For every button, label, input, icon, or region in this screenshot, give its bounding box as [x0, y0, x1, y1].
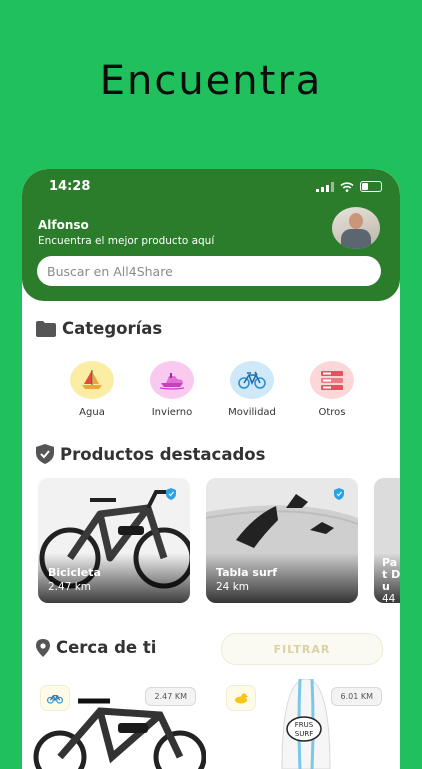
product-name: Tabla surf: [216, 566, 277, 579]
product-distance: 2.47 km: [48, 581, 92, 593]
battery-icon: [360, 181, 382, 192]
nearby-title: Cerca de ti: [56, 638, 157, 657]
wifi-icon: [340, 181, 354, 192]
bicycle-icon: [230, 361, 274, 399]
promo-headline: Encuentra: [99, 58, 323, 104]
nearby-card[interactable]: FRUS SURF 6.01 KM: [216, 679, 392, 769]
product-card-bicicleta[interactable]: Bicicleta 2.47 km: [38, 478, 190, 603]
user-subtitle: Encuentra el mejor producto aquí: [38, 235, 215, 247]
category-movilidad[interactable]: Movilidad: [222, 361, 282, 418]
nearby-card[interactable]: 2.47 KM: [30, 679, 206, 769]
location-pin-icon: [36, 638, 50, 657]
category-label: Agua: [79, 407, 105, 418]
category-label: Otros: [318, 407, 346, 418]
bicycle-icon: [40, 685, 70, 711]
categories-title: Categorías: [62, 319, 163, 338]
product-name: Bicicleta: [48, 566, 101, 579]
duck-icon: [226, 685, 256, 711]
verified-icon: [166, 488, 176, 500]
svg-text:SURF: SURF: [295, 730, 313, 738]
featured-carousel[interactable]: Bicicleta 2.47 km Tabla surf 24 km Pat D…: [38, 478, 400, 604]
status-time: 14:28: [49, 179, 91, 194]
distance-badge: 2.47 KM: [145, 687, 196, 706]
product-distance: 24 km: [216, 581, 250, 593]
svg-text:FRUS: FRUS: [295, 721, 314, 729]
avatar[interactable]: [332, 207, 380, 249]
list-icon: [310, 361, 354, 399]
signal-icon: [316, 181, 334, 192]
product-distance: 44: [382, 593, 396, 603]
folder-icon: [36, 320, 56, 337]
category-label: Movilidad: [228, 407, 276, 418]
app-header: 14:28 Alfonso Encuentra el mejor product…: [22, 169, 400, 301]
category-label: Invierno: [151, 407, 193, 418]
product-name: Pat Du: [382, 556, 400, 593]
user-name: Alfonso: [38, 218, 89, 232]
category-list: Agua Invierno Movilidad Otros: [62, 361, 362, 418]
product-card-partial[interactable]: Pat Du 44: [374, 478, 400, 603]
jetski-icon: [150, 361, 194, 399]
phone-screen: 14:28 Alfonso Encuentra el mejor product…: [22, 169, 400, 769]
nearby-header: Cerca de ti: [36, 638, 156, 657]
sailboat-icon: [70, 361, 114, 399]
categories-header: Categorías: [36, 319, 162, 338]
status-icons: [316, 181, 382, 192]
verified-icon: [334, 488, 344, 500]
shield-check-icon: [36, 444, 54, 464]
category-invierno[interactable]: Invierno: [142, 361, 202, 418]
category-otros[interactable]: Otros: [302, 361, 362, 418]
filter-button[interactable]: FILTRAR: [221, 633, 383, 665]
distance-badge: 6.01 KM: [331, 687, 382, 706]
featured-header: Productos destacados: [36, 444, 265, 464]
search-input[interactable]: [37, 256, 381, 286]
category-agua[interactable]: Agua: [62, 361, 122, 418]
product-card-tabla-surf[interactable]: Tabla surf 24 km: [206, 478, 358, 603]
featured-title: Productos destacados: [60, 444, 266, 464]
